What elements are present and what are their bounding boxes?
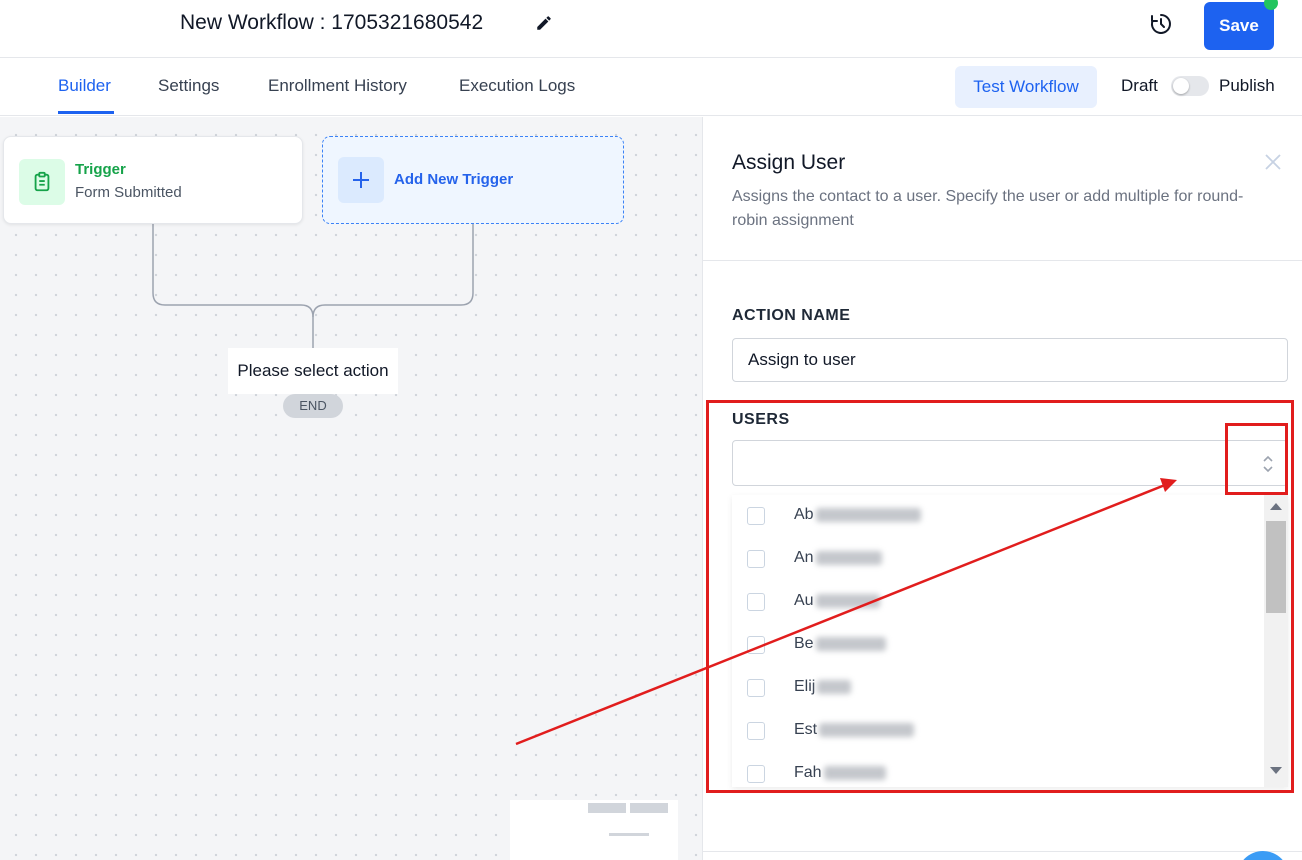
publish-label: Publish xyxy=(1219,76,1275,95)
redacted-name xyxy=(815,550,882,565)
action-settings-panel: Assign User Assigns the contact to a use… xyxy=(702,117,1302,860)
minimap-node xyxy=(630,803,668,813)
users-dropdown-list[interactable]: Ab An Au Be Elij Est Fah xyxy=(732,495,1288,787)
history-icon[interactable] xyxy=(1149,12,1173,36)
redacted-name xyxy=(815,636,886,651)
divider xyxy=(703,260,1302,261)
trigger-subtitle: Form Submitted xyxy=(75,184,182,201)
redacted-name xyxy=(819,722,915,737)
add-trigger-label: Add New Trigger xyxy=(394,171,514,188)
action-name-label: ACTION NAME xyxy=(732,307,851,324)
checkbox[interactable] xyxy=(747,550,765,568)
checkbox[interactable] xyxy=(747,636,765,654)
trigger-card[interactable]: Trigger Form Submitted xyxy=(3,136,303,224)
top-header: New Workflow : 1705321680542 Save xyxy=(0,0,1302,58)
checkbox[interactable] xyxy=(747,593,765,611)
checkbox[interactable] xyxy=(747,679,765,697)
publish-toggle[interactable] xyxy=(1171,76,1209,96)
minimap-node xyxy=(609,833,649,836)
tab-execution-logs[interactable]: Execution Logs xyxy=(459,76,575,96)
panel-title: Assign User xyxy=(732,151,846,174)
checkbox[interactable] xyxy=(747,765,765,783)
workflow-canvas[interactable]: Trigger Form Submitted Add New Trigger P… xyxy=(0,117,702,860)
redacted-name xyxy=(815,507,921,522)
pencil-icon[interactable] xyxy=(535,14,553,32)
user-option[interactable]: Elij xyxy=(732,667,1262,710)
user-option[interactable]: An xyxy=(732,538,1262,581)
toggle-knob xyxy=(1173,78,1189,94)
users-label: USERS xyxy=(732,411,790,428)
dropdown-scrollbar[interactable] xyxy=(1264,495,1288,787)
user-option-label: Fah xyxy=(794,764,822,781)
tab-enrollment-history[interactable]: Enrollment History xyxy=(268,76,407,96)
action-name-input[interactable] xyxy=(732,338,1288,382)
minimap-node xyxy=(588,803,626,813)
users-select[interactable] xyxy=(732,440,1288,486)
select-action-node[interactable]: Please select action xyxy=(228,348,398,394)
help-chat-bubble[interactable] xyxy=(1237,851,1289,860)
user-option[interactable]: Est xyxy=(732,710,1262,753)
redacted-name xyxy=(815,593,880,608)
workflow-title: New Workflow : 1705321680542 xyxy=(180,11,484,34)
chevron-updown-icon[interactable] xyxy=(1261,454,1275,474)
user-option-label: An xyxy=(794,549,814,566)
trigger-title: Trigger xyxy=(75,161,126,178)
redacted-name xyxy=(823,765,886,780)
divider xyxy=(703,851,1302,852)
panel-description: Assigns the contact to a user. Specify t… xyxy=(732,188,1244,229)
redacted-name xyxy=(817,679,852,694)
user-option-label: Ab xyxy=(794,506,814,523)
user-option[interactable]: Ab xyxy=(732,495,1262,538)
status-dot xyxy=(1264,0,1278,10)
minimap[interactable] xyxy=(510,800,678,860)
scroll-down-arrow-icon[interactable] xyxy=(1270,767,1282,774)
user-option-label: Est xyxy=(794,721,818,738)
scroll-thumb[interactable] xyxy=(1266,521,1286,613)
tab-builder[interactable]: Builder xyxy=(58,76,111,96)
user-option[interactable]: Au xyxy=(732,581,1262,624)
user-option[interactable]: Fah xyxy=(732,753,1262,787)
checkbox[interactable] xyxy=(747,722,765,740)
tab-settings[interactable]: Settings xyxy=(158,76,219,96)
clipboard-icon xyxy=(34,171,50,192)
tab-bar: Builder Settings Enrollment History Exec… xyxy=(0,58,1302,116)
test-workflow-button[interactable]: Test Workflow xyxy=(955,66,1097,108)
save-button[interactable]: Save xyxy=(1204,2,1274,50)
user-option[interactable]: Be xyxy=(732,624,1262,667)
end-node: END xyxy=(283,394,343,418)
plus-icon xyxy=(353,172,369,188)
trigger-icon-box xyxy=(19,159,65,205)
user-option-label: Be xyxy=(794,635,814,652)
scroll-up-arrow-icon[interactable] xyxy=(1270,503,1282,510)
checkbox[interactable] xyxy=(747,507,765,525)
draft-label: Draft xyxy=(1121,76,1158,95)
plus-icon-box xyxy=(338,157,384,203)
add-new-trigger-button[interactable]: Add New Trigger xyxy=(322,136,624,224)
user-option-label: Au xyxy=(794,592,814,609)
active-tab-indicator xyxy=(58,111,114,114)
close-icon[interactable] xyxy=(1263,152,1283,172)
user-option-label: Elij xyxy=(794,678,816,695)
